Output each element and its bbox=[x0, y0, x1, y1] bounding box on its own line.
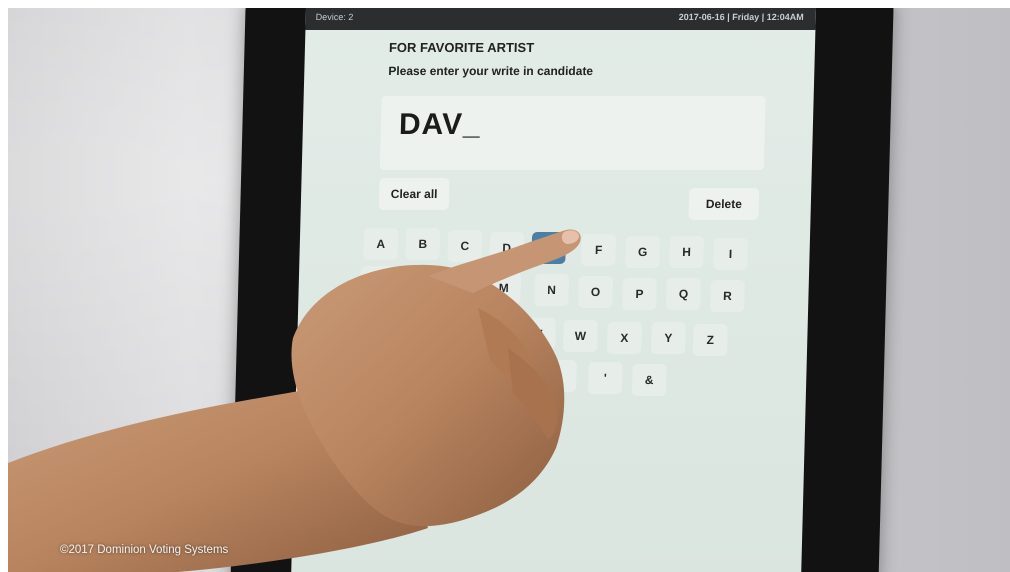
photo-scene: Device: 2 2017-06-16 | Friday | 12:04AM … bbox=[8, 8, 1010, 572]
copyright-watermark: ©2017 Dominion Voting Systems bbox=[60, 544, 229, 556]
index-finger bbox=[428, 229, 581, 293]
pointing-hand bbox=[8, 229, 581, 572]
